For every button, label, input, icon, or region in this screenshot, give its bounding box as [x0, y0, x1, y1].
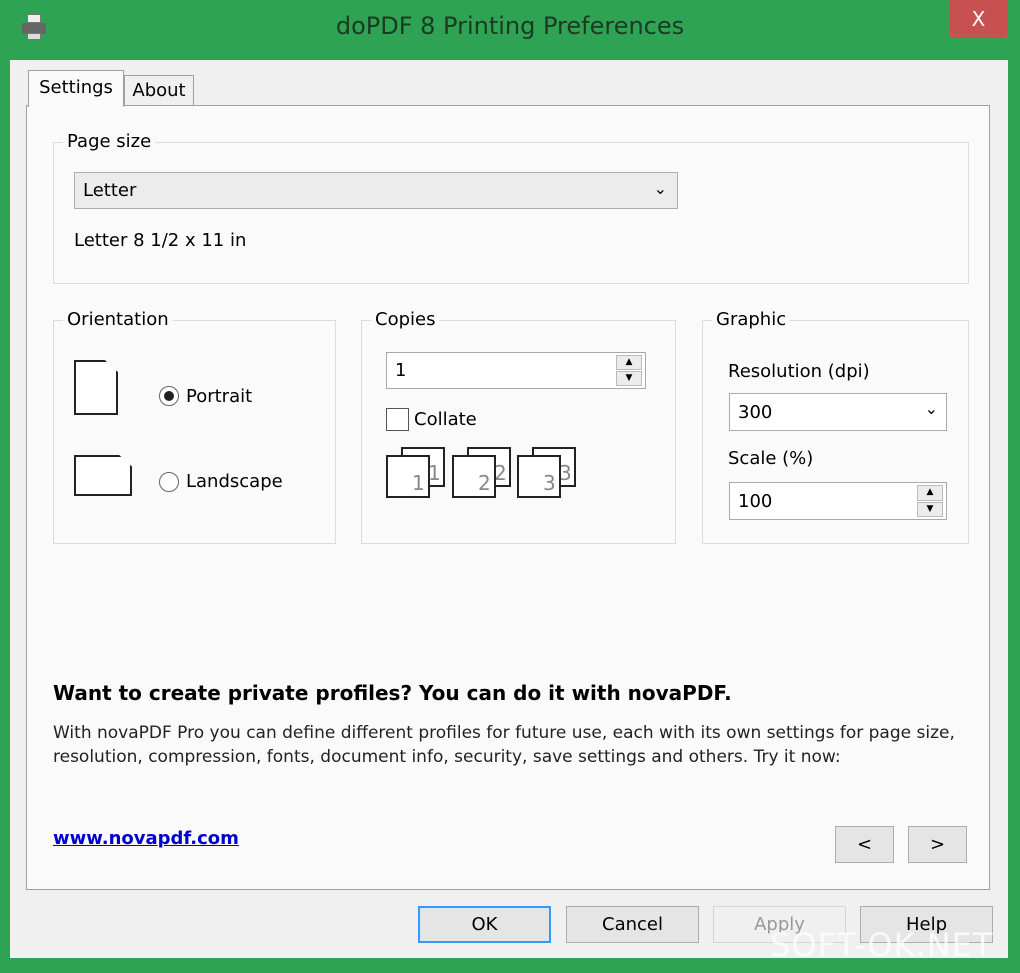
cancel-button[interactable]: Cancel	[566, 906, 699, 943]
page-size-group	[53, 142, 969, 284]
portrait-page-icon	[74, 360, 118, 415]
scale-value: 100	[738, 490, 773, 512]
novapdf-link[interactable]: www.novapdf.com	[53, 828, 239, 849]
copies-label: Copies	[371, 309, 440, 330]
scale-stepper[interactable]: 100 ▲ ▼	[729, 482, 947, 520]
window-title: doPDF 8 Printing Preferences	[335, 12, 685, 40]
promo-body: With novaPDF Pro you can define differen…	[53, 723, 955, 767]
close-button[interactable]: X	[950, 0, 1007, 38]
graphic-label: Graphic	[712, 309, 791, 330]
portrait-radio[interactable]	[159, 386, 179, 406]
page-size-description: Letter 8 1/2 x 11 in	[74, 230, 247, 251]
copies-stepper[interactable]: 1 ▲ ▼	[386, 352, 646, 389]
watermark: SOFT-OK.NET	[770, 926, 994, 964]
scale-up-button[interactable]: ▲	[917, 485, 943, 501]
tab-settings[interactable]: Settings	[28, 70, 124, 107]
copy-page-number: 2	[478, 471, 491, 495]
promo-heading: Want to create private profiles? You can…	[53, 681, 732, 705]
landscape-page-icon	[74, 455, 132, 496]
page-size-value: Letter	[83, 180, 137, 201]
resolution-select[interactable]: 300 ⌄	[729, 393, 947, 431]
scale-label: Scale (%)	[728, 448, 814, 469]
collate-checkbox[interactable]	[386, 408, 409, 431]
collate-label[interactable]: Collate	[414, 409, 477, 430]
page-size-select[interactable]: Letter ⌄	[74, 172, 678, 209]
landscape-radio[interactable]	[159, 472, 179, 492]
copies-value: 1	[395, 360, 407, 381]
chevron-down-icon: ⌄	[924, 399, 938, 418]
orientation-label: Orientation	[63, 309, 173, 330]
copy-page-number: 1	[412, 471, 425, 495]
page-size-label: Page size	[63, 131, 156, 152]
landscape-label[interactable]: Landscape	[186, 471, 283, 492]
orientation-group	[53, 320, 336, 544]
copies-down-button[interactable]: ▼	[616, 371, 642, 386]
tab-about[interactable]: About	[124, 75, 194, 105]
next-button[interactable]: >	[908, 826, 967, 863]
ok-button[interactable]: OK	[418, 906, 551, 943]
copies-up-button[interactable]: ▲	[616, 355, 642, 370]
resolution-value: 300	[738, 401, 773, 423]
scale-down-button[interactable]: ▼	[917, 502, 943, 517]
prev-button[interactable]: <	[835, 826, 894, 863]
portrait-label[interactable]: Portrait	[186, 386, 252, 407]
collate-preview: 1 1 2 2 3 3	[386, 447, 586, 499]
copy-page-number: 3	[543, 471, 556, 495]
resolution-label: Resolution (dpi)	[728, 361, 870, 382]
chevron-down-icon: ⌄	[653, 179, 667, 198]
